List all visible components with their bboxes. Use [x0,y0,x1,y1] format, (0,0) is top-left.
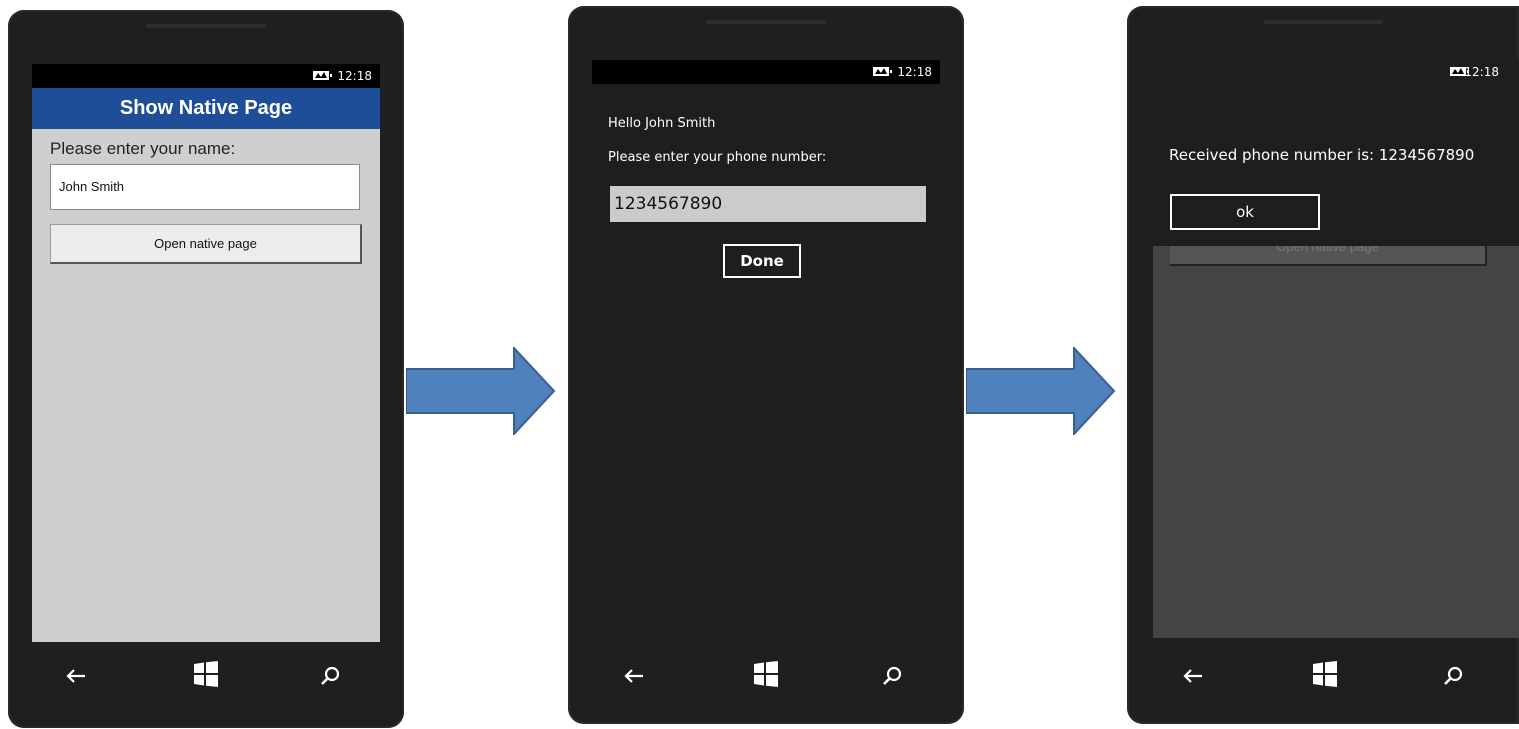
phone-input[interactable]: 1234567890 [610,186,926,222]
phone-screen-3: Open native page 12:18 Received phone nu… [1127,6,1519,724]
signal-battery-icon [313,71,332,80]
signal-battery-icon [873,67,892,76]
phone-screen-1: 12:18 Show Native Page Please enter your… [8,10,404,728]
windows-logo-icon[interactable] [1311,660,1339,688]
back-arrow-icon[interactable] [1179,662,1207,690]
status-bar: 12:18 [1153,60,1519,84]
search-icon[interactable] [1439,662,1467,690]
windows-logo-icon[interactable] [752,660,780,688]
name-label: Please enter your name: [50,139,236,158]
name-input[interactable]: John Smith [50,164,360,210]
greeting-text: Hello John Smith [608,116,716,131]
clock: 12:18 [897,65,932,79]
open-native-page-button[interactable]: Open native page [50,224,362,264]
search-icon[interactable] [316,662,344,690]
message-dialog: 12:18 Received phone number is: 12345678… [1153,60,1519,246]
speaker-grill [1263,20,1383,24]
phone-prompt: Please enter your phone number: [608,150,827,165]
clock: 12:18 [1464,65,1499,79]
clock: 12:18 [337,69,372,83]
back-arrow-icon[interactable] [620,662,648,690]
windows-logo-icon[interactable] [192,660,220,688]
phone-screen-2: 12:18 Hello John Smith Please enter your… [568,6,964,724]
speaker-grill [706,20,826,24]
search-icon[interactable] [878,662,906,690]
page-title: Show Native Page [32,88,380,129]
speaker-grill [146,24,266,28]
screen-1: 12:18 Show Native Page Please enter your… [32,64,380,642]
screen-2: 12:18 Hello John Smith Please enter your… [592,60,940,638]
ok-button[interactable]: ok [1170,194,1320,230]
status-bar: 12:18 [592,60,940,84]
back-arrow-icon[interactable] [62,662,90,690]
flow-arrow-2 [966,347,1116,435]
status-bar: 12:18 [32,64,380,88]
screen-3: Open native page 12:18 Received phone nu… [1153,60,1519,638]
flow-arrow-1 [406,347,556,435]
received-message: Received phone number is: 1234567890 [1169,146,1475,164]
done-button[interactable]: Done [723,244,801,278]
